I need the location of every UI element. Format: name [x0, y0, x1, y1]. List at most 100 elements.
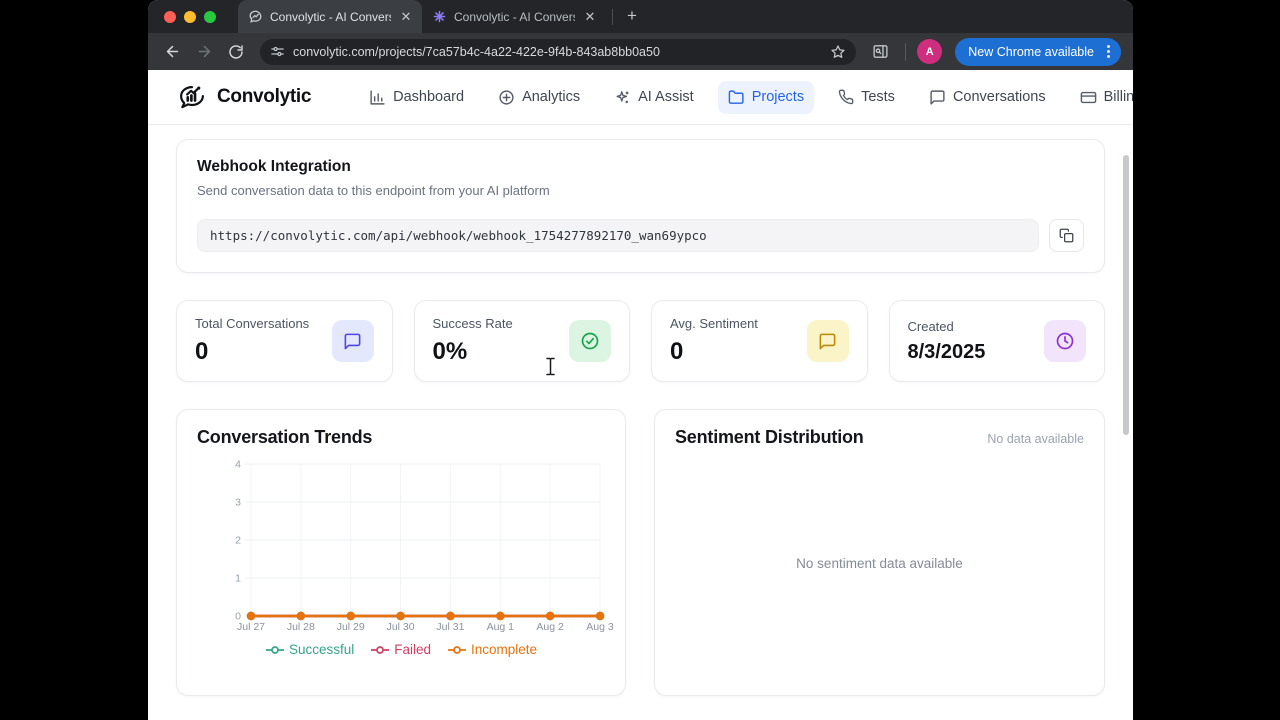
svg-text:4: 4: [235, 459, 241, 471]
toolbar-divider: [905, 43, 906, 61]
tab-strip: Convolytic - AI Conversation ✕ Convolyti…: [148, 0, 1133, 33]
update-label: New Chrome available: [968, 45, 1094, 59]
legend-item-failed[interactable]: Failed: [370, 642, 431, 657]
legend-item-successful[interactable]: Successful: [265, 642, 354, 657]
webhook-url-input[interactable]: [197, 219, 1039, 252]
svg-text:Aug 2: Aug 2: [536, 621, 564, 633]
nav-label: Projects: [752, 89, 804, 105]
window-controls: [164, 11, 216, 23]
svg-text:Jul 31: Jul 31: [436, 621, 464, 633]
legend-marker-icon: [447, 644, 467, 656]
brand-name: Convolytic: [217, 86, 311, 108]
svg-text:Aug 1: Aug 1: [487, 621, 515, 633]
webhook-subtitle: Send conversation data to this endpoint …: [197, 183, 1084, 198]
vite-favicon: [432, 9, 447, 24]
nav-item-tests[interactable]: Tests: [828, 81, 905, 113]
close-tab-icon[interactable]: ✕: [398, 9, 414, 25]
site-settings-icon: [270, 44, 285, 59]
nav-item-ai-assist[interactable]: AI Assist: [604, 81, 704, 114]
phone-icon: [838, 89, 854, 105]
forward-icon: [196, 43, 213, 60]
nav-item-billing[interactable]: Billing: [1070, 81, 1133, 114]
charts-row: Conversation Trends 01234Jul 27Jul 28Jul…: [176, 409, 1105, 696]
app-page: Convolytic Dashboard Analytics: [148, 70, 1133, 720]
brand[interactable]: Convolytic: [176, 83, 311, 112]
nav-item-conversations[interactable]: Conversations: [919, 81, 1056, 114]
svg-text:Jul 29: Jul 29: [337, 621, 365, 633]
reload-button[interactable]: [222, 38, 250, 66]
nav-label: AI Assist: [638, 89, 694, 105]
app-navbar: Convolytic Dashboard Analytics: [148, 70, 1133, 125]
nav-label: Conversations: [953, 89, 1046, 105]
svg-text:Jul 30: Jul 30: [387, 621, 415, 633]
menu-kebab-icon[interactable]: [1102, 45, 1115, 58]
chat-bubble-icon: [807, 320, 849, 362]
stat-value: 0: [670, 338, 758, 366]
copy-icon: [1059, 228, 1074, 243]
scrollbar-thumb[interactable]: [1123, 155, 1129, 435]
stat-label: Avg. Sentiment: [670, 316, 758, 331]
new-tab-button[interactable]: +: [619, 4, 645, 30]
nav-label: Billing: [1104, 89, 1133, 105]
legend-item-incomplete[interactable]: Incomplete: [447, 642, 537, 657]
stat-value: 0: [195, 338, 309, 366]
trends-title: Conversation Trends: [197, 427, 605, 448]
nav-label: Dashboard: [393, 89, 464, 105]
sentiment-distribution-card: Sentiment Distribution No data available…: [654, 409, 1105, 696]
browser-tab-2[interactable]: Convolytic - AI Conversation ✕: [422, 0, 606, 33]
minimize-window-button[interactable]: [184, 11, 196, 23]
trends-line-chart: 01234Jul 27Jul 28Jul 29Jul 30Jul 31Aug 1…: [197, 458, 604, 638]
legend-label: Successful: [289, 642, 354, 657]
browser-window: Convolytic - AI Conversation ✕ Convolyti…: [148, 0, 1133, 720]
legend-label: Incomplete: [471, 642, 537, 657]
chat-bubble-icon: [332, 320, 374, 362]
webhook-title: Webhook Integration: [197, 158, 1084, 176]
legend-marker-icon: [370, 644, 390, 656]
nav-item-dashboard[interactable]: Dashboard: [359, 81, 474, 114]
bookmark-star-icon[interactable]: [830, 44, 846, 60]
nav-label: Analytics: [522, 89, 580, 105]
svg-text:Jul 28: Jul 28: [287, 621, 315, 633]
address-bar[interactable]: convolytic.com/projects/7ca57b4c-4a22-42…: [260, 39, 856, 65]
svg-text:2: 2: [235, 535, 241, 547]
nav-item-analytics[interactable]: Analytics: [488, 81, 590, 114]
clock-icon: [1044, 320, 1086, 362]
sentiment-empty-message: No sentiment data available: [796, 556, 963, 571]
text-cursor: [545, 357, 556, 376]
stat-value: 0%: [433, 338, 513, 366]
svg-text:Aug 3: Aug 3: [586, 621, 614, 633]
main-content: Webhook Integration Send conversation da…: [148, 125, 1133, 696]
webhook-card: Webhook Integration Send conversation da…: [176, 139, 1105, 273]
credit-card-icon: [1080, 89, 1097, 106]
stat-created: Created 8/3/2025: [889, 300, 1106, 382]
chrome-update-button[interactable]: New Chrome available: [955, 38, 1121, 66]
maximize-window-button[interactable]: [204, 11, 216, 23]
nav-item-projects[interactable]: Projects: [718, 81, 814, 114]
back-button[interactable]: [158, 38, 186, 66]
screen: Convolytic - AI Conversation ✕ Convolyti…: [0, 0, 1280, 720]
browser-toolbar: convolytic.com/projects/7ca57b4c-4a22-42…: [148, 33, 1133, 70]
chart-legend: Successful Failed Incomplete: [197, 642, 605, 657]
browser-tab-1[interactable]: Convolytic - AI Conversation ✕: [238, 0, 422, 33]
close-tab-icon[interactable]: ✕: [582, 9, 598, 25]
bar-chart-icon: [369, 89, 386, 106]
circle-plus-icon: [498, 89, 515, 106]
stat-label: Created: [908, 319, 986, 334]
svg-text:Jul 27: Jul 27: [237, 621, 265, 633]
side-panel-search-button[interactable]: [866, 38, 894, 66]
stat-value: 8/3/2025: [908, 341, 986, 364]
chrome-profile-avatar[interactable]: A: [917, 39, 942, 64]
tab-title: Convolytic - AI Conversation: [270, 10, 391, 24]
svg-text:3: 3: [235, 497, 241, 509]
nav-label: Tests: [861, 89, 895, 105]
tab-title: Convolytic - AI Conversation: [454, 10, 575, 24]
stat-avg-sentiment: Avg. Sentiment 0: [651, 300, 868, 382]
stats-row: Total Conversations 0 Success Rate 0%: [176, 300, 1105, 382]
tab-separator: [612, 9, 613, 25]
forward-button[interactable]: [190, 38, 218, 66]
back-icon: [164, 43, 181, 60]
close-window-button[interactable]: [164, 11, 176, 23]
copy-webhook-button[interactable]: [1049, 219, 1084, 252]
stat-success-rate: Success Rate 0%: [414, 300, 631, 382]
sentiment-status: No data available: [987, 432, 1084, 446]
